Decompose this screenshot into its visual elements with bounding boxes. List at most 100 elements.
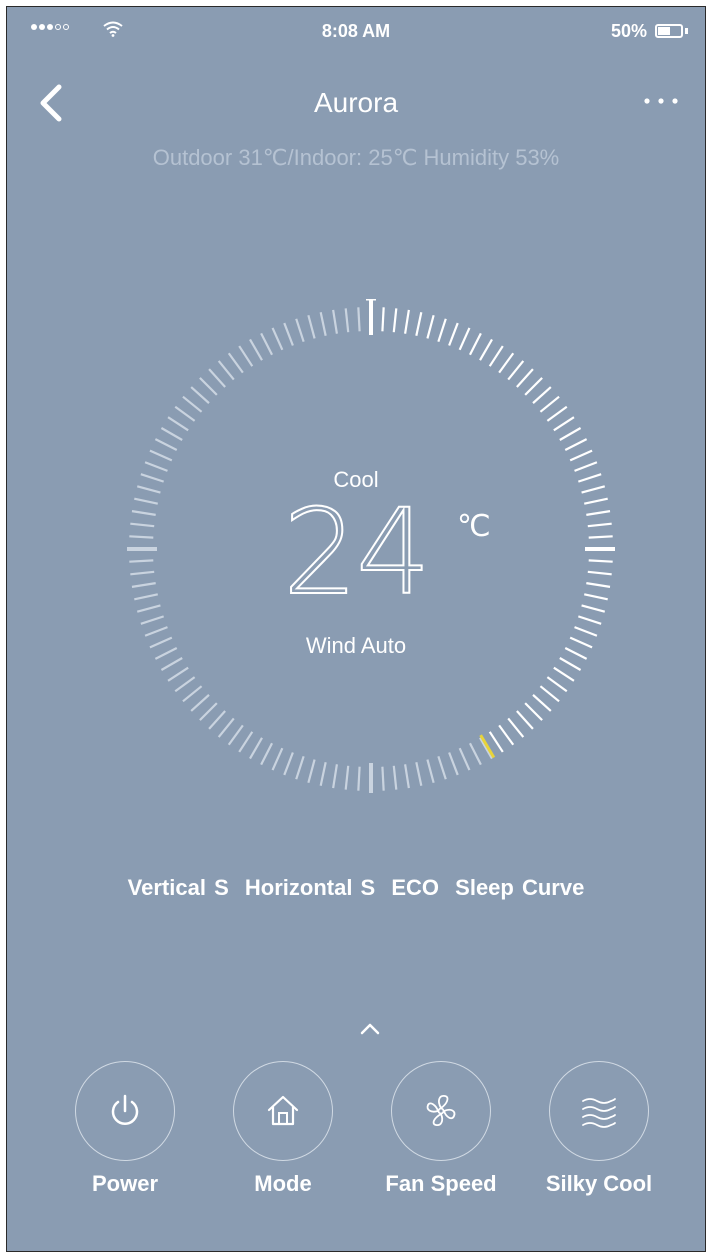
dial-tick xyxy=(260,332,274,356)
dial-tick xyxy=(319,762,327,786)
dial-tick xyxy=(488,345,504,367)
dial-tick xyxy=(344,765,350,790)
feature-eco[interactable]: ECO xyxy=(391,875,439,900)
power-icon xyxy=(111,1094,139,1125)
more-options-button[interactable] xyxy=(637,89,685,113)
dial-tick xyxy=(344,308,350,333)
mode-button-circle[interactable] xyxy=(233,1061,333,1161)
mode-label-button: Mode xyxy=(254,1171,312,1196)
feature-sleep-curve[interactable]: Sleep Curve xyxy=(455,875,584,900)
status-time: 8:08 AM xyxy=(321,21,391,41)
silky-cool-button-circle[interactable] xyxy=(549,1061,649,1161)
dial-tick xyxy=(577,615,602,625)
dial-tick xyxy=(546,676,568,693)
dial-tick xyxy=(357,766,361,791)
fan-speed-button-circle[interactable] xyxy=(391,1061,491,1161)
dial-tick xyxy=(190,694,210,712)
dial-tick xyxy=(468,332,482,356)
dial-tick xyxy=(539,395,560,413)
dial-tick xyxy=(199,702,218,721)
dial-tick xyxy=(167,666,189,682)
dial-tick xyxy=(283,322,294,346)
dial-tick xyxy=(516,710,534,730)
battery-percentage: 50% xyxy=(610,21,647,41)
dial-tick xyxy=(448,322,459,346)
dial-tick xyxy=(283,752,294,776)
dial-tick xyxy=(392,765,398,790)
power-label: Power xyxy=(91,1171,159,1196)
dial-tick xyxy=(498,352,515,374)
dial-tick xyxy=(507,360,525,381)
feature-horizontal-swing[interactable]: Horizontal S xyxy=(245,875,375,900)
dial-tick xyxy=(217,717,235,738)
dial-tick xyxy=(564,438,588,452)
dial-tick xyxy=(238,345,254,367)
dial-tick xyxy=(249,338,263,361)
dial-tick xyxy=(479,338,493,361)
battery-tip xyxy=(685,28,688,34)
dial-tick xyxy=(516,368,534,388)
feature-vertical-swing[interactable]: Vertical S xyxy=(128,875,229,900)
dial-tick xyxy=(498,724,515,746)
dial-tick xyxy=(415,762,423,786)
chevron-up-icon[interactable] xyxy=(356,1019,384,1039)
dial-tick xyxy=(319,312,327,336)
dial-tick xyxy=(426,314,435,339)
dial-tick xyxy=(307,759,316,784)
dial-tick xyxy=(160,657,183,671)
dial-tick xyxy=(524,377,543,396)
fan-speed-label: Fan Speed xyxy=(385,1171,497,1196)
dial-tick xyxy=(182,395,203,413)
dial-tick xyxy=(569,449,593,462)
dial-tick xyxy=(174,676,196,693)
power-button-circle[interactable] xyxy=(75,1061,175,1161)
silky-cool-button[interactable]: Silky Cool xyxy=(519,1061,679,1197)
dial-tick xyxy=(167,416,189,432)
dial-tick xyxy=(381,766,385,791)
dial-tick xyxy=(154,438,178,452)
power-button[interactable]: Power xyxy=(45,1061,205,1197)
dial-tick xyxy=(532,386,552,404)
dial-tick xyxy=(238,731,254,753)
dial-tick xyxy=(332,764,338,789)
feature-list: Vertical S Horizontal S ECO Sleep Curve xyxy=(7,875,705,901)
dial-tick xyxy=(182,685,203,703)
dial-tick xyxy=(448,752,459,776)
dial-tick xyxy=(532,694,552,712)
temperature-unit: ℃ xyxy=(457,510,491,543)
dial-tick xyxy=(553,416,575,432)
dial-tick xyxy=(295,755,305,780)
dial-tick xyxy=(546,405,568,422)
silky-cool-label: Silky Cool xyxy=(545,1171,653,1196)
dial-tick xyxy=(404,764,410,789)
dial-tick xyxy=(437,318,447,343)
environment-readout: Outdoor 31℃/Indoor: 25℃ Humidity 53% xyxy=(152,145,560,170)
dial-tick xyxy=(208,368,226,388)
dial-tick xyxy=(488,731,504,753)
wind-label: Wind Auto xyxy=(305,633,407,658)
dial-tick xyxy=(415,312,423,336)
fan-speed-button[interactable]: Fan Speed xyxy=(361,1061,521,1197)
dial-tick xyxy=(524,702,543,721)
bottom-controls: Power Mode Fan Speed Silky Cool xyxy=(7,1061,705,1211)
dial-tick xyxy=(227,724,244,746)
dial-tick xyxy=(217,360,235,381)
dial-tick xyxy=(507,717,525,738)
dial-tick xyxy=(458,747,471,771)
status-bar: 8:08 AM 50% xyxy=(7,7,705,57)
dial-tick xyxy=(539,685,560,703)
dial-tick xyxy=(332,309,338,334)
mode-button[interactable]: Mode xyxy=(203,1061,363,1197)
dial-tick xyxy=(553,666,575,682)
dial-tick xyxy=(468,742,482,766)
dial-tick xyxy=(479,737,493,760)
dial-tick xyxy=(271,747,284,771)
dial-tick xyxy=(381,307,385,332)
temperature-display: 24 xyxy=(7,492,705,612)
phone-screen: 8:08 AM 50% Aurora Outdoor 31℃/Indoor: 2… xyxy=(6,6,706,1252)
dial-setpoint-marker xyxy=(479,734,496,759)
dial-tick xyxy=(149,449,173,462)
dial-tick xyxy=(404,309,410,334)
dial-tick xyxy=(208,710,226,730)
page-title: Aurora xyxy=(313,87,399,118)
